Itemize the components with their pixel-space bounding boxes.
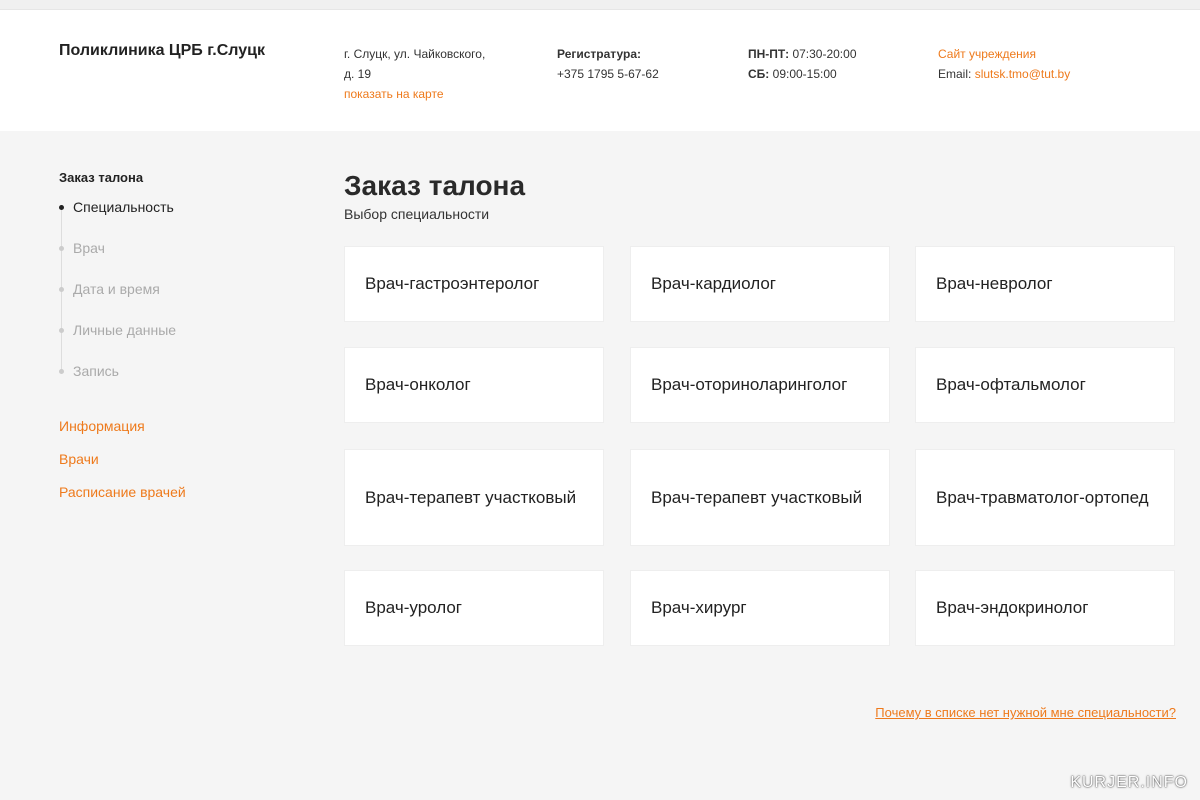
page-title: Заказ талона xyxy=(344,170,526,201)
specialty-card[interactable]: Врач-оториноларинголог xyxy=(630,347,890,423)
site-block: Сайт учреждения Email: slutsk.tmo@tut.by xyxy=(938,44,1070,84)
sidebar-link-schedule[interactable]: Расписание врачей xyxy=(59,484,319,500)
address-line-1: г. Слуцк, ул. Чайковского, xyxy=(344,47,486,61)
step-specialty[interactable]: Специальность xyxy=(59,199,319,240)
email-link[interactable]: slutsk.tmo@tut.by xyxy=(975,67,1071,81)
specialty-card[interactable]: Врач-терапевт участковый xyxy=(630,449,890,546)
main-content: Заказ талона Выбор специальности Врач-га… xyxy=(344,170,1176,646)
weekday-hours: 07:30-20:00 xyxy=(792,47,857,61)
address-line-2: д. 19 xyxy=(344,67,372,81)
registry-label: Регистратура: xyxy=(557,47,641,61)
step-doctor: Врач xyxy=(59,240,319,281)
step-dot xyxy=(59,287,64,292)
missing-specialty-link[interactable]: Почему в списке нет нужной мне специальн… xyxy=(875,705,1176,720)
specialty-card[interactable]: Врач-онколог xyxy=(344,347,604,423)
step-dot xyxy=(59,246,64,251)
sidebar-link-information[interactable]: Информация xyxy=(59,418,319,434)
step-personal-data: Личные данные xyxy=(59,322,319,363)
step-datetime: Дата и время xyxy=(59,281,319,322)
specialty-card[interactable]: Врач-гастроэнтеролог xyxy=(344,246,604,322)
step-label: Дата и время xyxy=(73,281,160,297)
registry-block: Регистратура: +375 1795 5-67-62 xyxy=(557,44,659,84)
top-bar xyxy=(0,0,1200,10)
specialty-card[interactable]: Врач-хирург xyxy=(630,570,890,646)
sidebar: Заказ талона Специальность Врач Дата и в… xyxy=(59,170,319,517)
site-header: Поликлиника ЦРБ г.Слуцк г. Слуцк, ул. Ча… xyxy=(0,10,1200,131)
watermark: KURJER.INFO xyxy=(1070,774,1188,791)
specialty-card[interactable]: Врач-терапевт участковый xyxy=(344,449,604,546)
show-on-map-link[interactable]: показать на карте xyxy=(344,84,524,104)
step-label: Специальность xyxy=(73,199,174,215)
page-subtitle: Выбор специальности xyxy=(344,206,490,222)
email-label: Email: xyxy=(938,67,972,81)
site-link[interactable]: Сайт учреждения xyxy=(938,44,1070,64)
step-dot xyxy=(59,205,64,210)
step-booking: Запись xyxy=(59,363,319,404)
weekday-label: ПН-ПТ: xyxy=(748,47,790,61)
step-label: Личные данные xyxy=(73,322,177,338)
step-dot xyxy=(59,369,64,374)
hours-block: ПН-ПТ: 07:30-20:00 СБ: 09:00-15:00 xyxy=(748,44,857,84)
saturday-label: СБ: xyxy=(748,67,770,81)
step-dot xyxy=(59,328,64,333)
specialty-card[interactable]: Врач-эндокринолог xyxy=(915,570,1175,646)
sidebar-links: Информация Врачи Расписание врачей xyxy=(59,418,319,500)
clinic-name[interactable]: Поликлиника ЦРБ г.Слуцк xyxy=(59,42,265,60)
specialty-card[interactable]: Врач-уролог xyxy=(344,570,604,646)
step-label: Запись xyxy=(73,363,119,379)
address-block: г. Слуцк, ул. Чайковского, д. 19 показат… xyxy=(344,44,524,104)
step-label: Врач xyxy=(73,240,105,256)
step-list: Специальность Врач Дата и время Личные д… xyxy=(59,199,319,404)
specialty-card[interactable]: Врач-кардиолог xyxy=(630,246,890,322)
specialty-card[interactable]: Врач-травматолог-ортопед xyxy=(915,449,1175,546)
registry-phone[interactable]: +375 1795 5-67-62 xyxy=(557,64,659,84)
specialty-card[interactable]: Врач-невролог xyxy=(915,246,1175,322)
sidebar-link-doctors[interactable]: Врачи xyxy=(59,451,319,467)
specialty-card[interactable]: Врач-офтальмолог xyxy=(915,347,1175,423)
saturday-hours: 09:00-15:00 xyxy=(772,67,837,81)
sidebar-title: Заказ талона xyxy=(59,170,144,185)
